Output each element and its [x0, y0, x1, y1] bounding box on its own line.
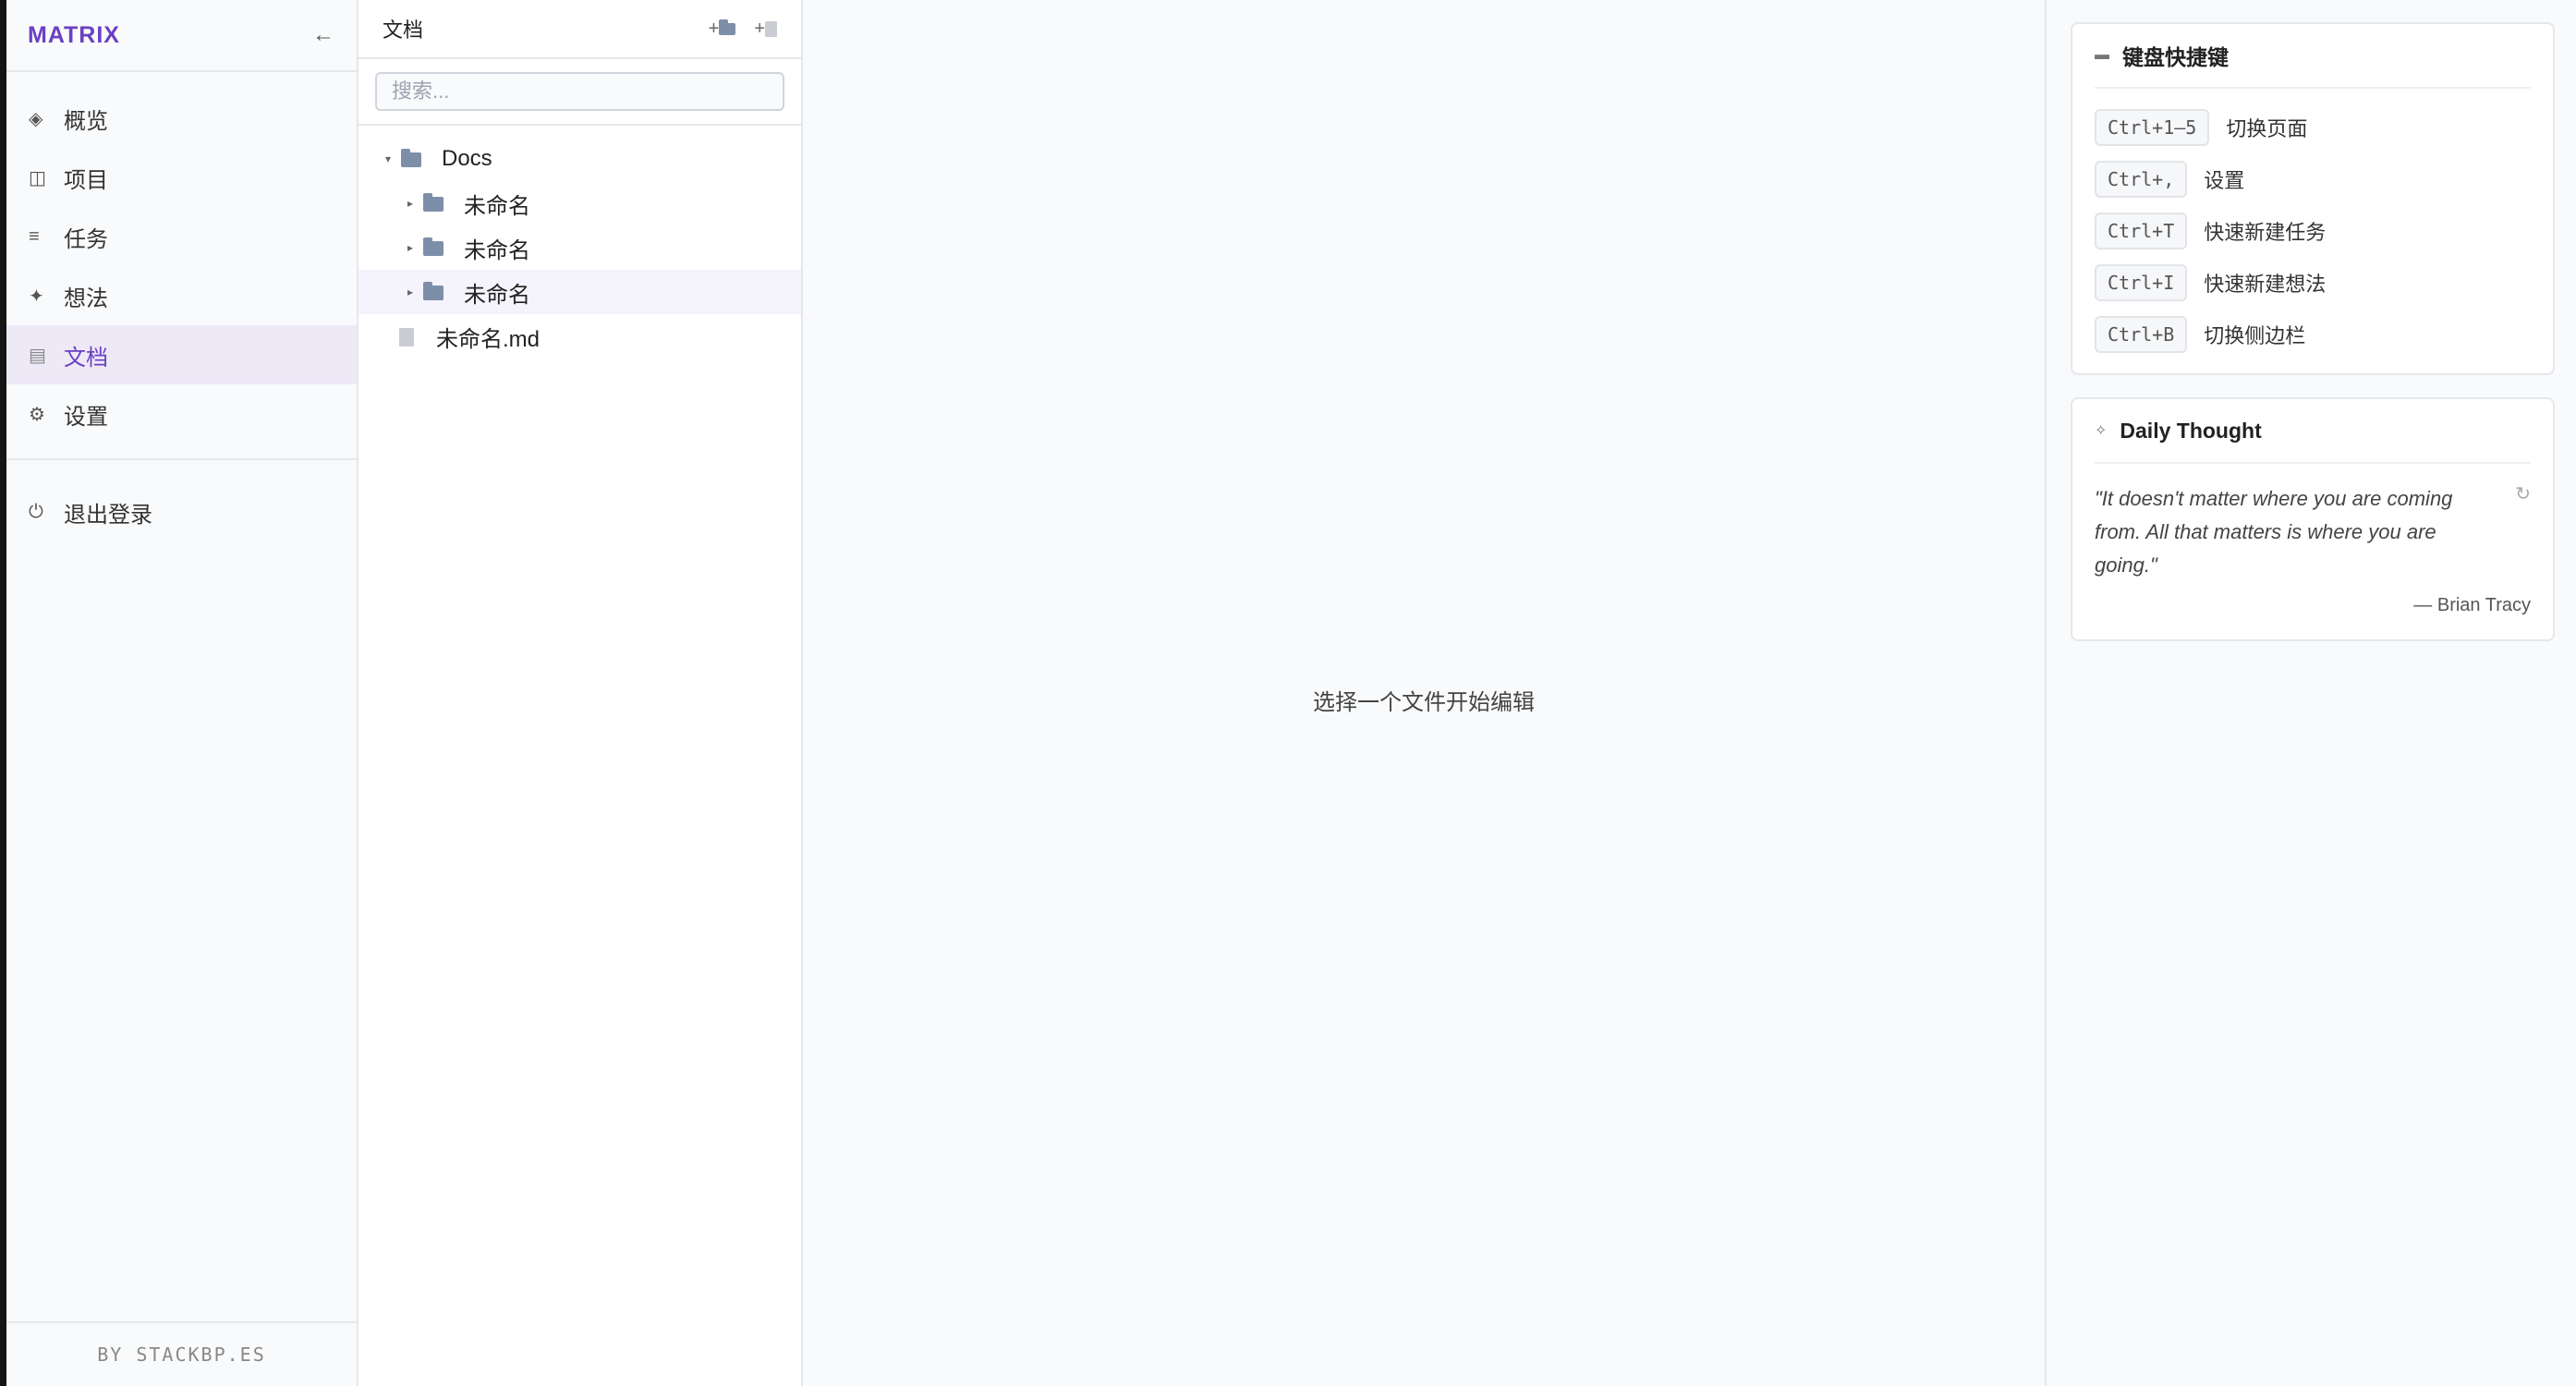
- card-title-label: Daily Thought: [2120, 418, 2262, 443]
- brand-logo[interactable]: MATRIX: [28, 22, 120, 49]
- logout-label: 退出登录: [64, 502, 152, 528]
- power-icon: ⏻: [29, 501, 43, 522]
- quote-author: — Brian Tracy: [2413, 595, 2531, 615]
- nav-divider: [6, 458, 357, 460]
- shortcut-label: 切换页面: [2226, 117, 2308, 140]
- sidebar-item-overview[interactable]: ◈ 概览: [6, 89, 357, 148]
- sidebar-nav: ◈ 概览 ◫ 项目 ≡ 任务 ✦ 想法 ▤ 文档 ⚙ 设置 ⏻ 退出登录: [6, 72, 357, 541]
- file-panel: 文档 + + ▾ Docs ▸ 未命名 ▸ 未命名 ▸: [358, 0, 803, 1386]
- sidebar-item-label: 概览: [64, 108, 108, 134]
- sidebar-item-tasks[interactable]: ≡ 任务: [6, 207, 357, 266]
- shortcuts-card: ▬ 键盘快捷键 Ctrl+1—5 切换页面 Ctrl+, 设置 Ctrl+T 快…: [2071, 22, 2555, 375]
- chevron-right-icon[interactable]: ▸: [397, 286, 423, 298]
- tree-folder[interactable]: ▸ 未命名: [358, 181, 801, 225]
- chevron-right-icon[interactable]: ▸: [397, 241, 423, 254]
- sidebar-item-label: 想法: [64, 286, 108, 311]
- sidebar-item-docs[interactable]: ▤ 文档: [6, 325, 357, 384]
- chevron-right-icon[interactable]: ▸: [397, 197, 423, 210]
- shortcuts-card-title: ▬ 键盘快捷键: [2095, 24, 2531, 89]
- folder-icon: [401, 146, 442, 172]
- shortcut-key: Ctrl+B: [2095, 316, 2188, 353]
- sidebar: MATRIX ← ◈ 概览 ◫ 项目 ≡ 任务 ✦ 想法 ▤ 文档 ⚙ 设置 ⏻: [6, 0, 358, 1386]
- sidebar-item-label: 设置: [64, 404, 108, 430]
- folder-icon: [423, 235, 464, 261]
- new-folder-plus: +: [708, 18, 720, 39]
- sidebar-footer[interactable]: BY STACKBP.ES: [6, 1321, 357, 1386]
- shortcut-row: Ctrl+1—5 切换页面: [2095, 102, 2531, 153]
- editor-area: 选择一个文件开始编辑: [803, 0, 2047, 1386]
- shortcut-key: Ctrl+T: [2095, 213, 2188, 249]
- sidebar-item-label: 项目: [64, 167, 108, 193]
- window-edge: [0, 0, 6, 1386]
- shortcut-list: Ctrl+1—5 切换页面 Ctrl+, 设置 Ctrl+T 快速新建任务 Ct…: [2095, 89, 2531, 371]
- keyboard-icon: ▬: [2095, 47, 2109, 63]
- thought-card-title: ✧ Daily Thought: [2095, 399, 2531, 464]
- tree-folder-selected[interactable]: ▸ 未命名: [358, 270, 801, 314]
- refresh-icon[interactable]: ↻: [2515, 482, 2531, 505]
- shortcut-row: Ctrl+B 切换侧边栏: [2095, 309, 2531, 360]
- chevron-down-icon[interactable]: ▾: [375, 152, 401, 165]
- new-folder-button[interactable]: +: [709, 18, 736, 40]
- folder-icon: [423, 190, 464, 216]
- projects-icon: ◫: [29, 167, 46, 188]
- shortcut-key: Ctrl+I: [2095, 264, 2188, 301]
- sidebar-item-label: 文档: [64, 345, 108, 371]
- logout-button[interactable]: ⏻ 退出登录: [6, 482, 357, 541]
- tree-item-label: 未命名: [464, 282, 530, 308]
- ideas-icon: ✦: [29, 286, 44, 307]
- file-panel-header: 文档 + +: [358, 0, 801, 59]
- file-icon: [399, 323, 436, 349]
- sidebar-item-ideas[interactable]: ✦ 想法: [6, 266, 357, 325]
- file-tree: ▾ Docs ▸ 未命名 ▸ 未命名 ▸ 未命名 未命名.md: [358, 126, 801, 359]
- empty-state-text: 选择一个文件开始编辑: [1313, 690, 1535, 715]
- search-input[interactable]: [375, 72, 784, 111]
- search-wrap: [358, 59, 801, 126]
- file-panel-title: 文档: [383, 18, 424, 42]
- sparkle-icon: ✧: [2095, 423, 2108, 439]
- right-panel: ▬ 键盘快捷键 Ctrl+1—5 切换页面 Ctrl+, 设置 Ctrl+T 快…: [2047, 0, 2576, 1386]
- shortcut-label: 快速新建任务: [2204, 221, 2327, 244]
- folder-icon: [423, 279, 464, 305]
- new-file-plus: +: [754, 18, 765, 39]
- daily-thought-card: ✧ Daily Thought ↻ "It doesn't matter whe…: [2071, 397, 2555, 641]
- tree-file[interactable]: 未命名.md: [358, 314, 801, 359]
- collapse-sidebar-icon[interactable]: ←: [312, 22, 334, 48]
- shortcut-key: Ctrl+,: [2095, 161, 2188, 198]
- tree-folder[interactable]: ▸ 未命名: [358, 225, 801, 270]
- overview-icon: ◈: [29, 108, 43, 129]
- shortcut-row: Ctrl+, 设置: [2095, 153, 2531, 205]
- shortcut-label: 切换侧边栏: [2204, 324, 2306, 347]
- tree-item-label: 未命名.md: [436, 326, 541, 352]
- new-file-button[interactable]: +: [754, 18, 777, 40]
- tree-item-label: 未命名: [464, 193, 530, 219]
- tree-item-label: 未命名: [464, 237, 530, 263]
- quote-text: "It doesn't matter where you are coming …: [2095, 487, 2453, 577]
- sidebar-item-projects[interactable]: ◫ 项目: [6, 148, 357, 207]
- thought-body: ↻ "It doesn't matter where you are comin…: [2095, 464, 2531, 638]
- settings-icon: ⚙: [29, 404, 45, 425]
- tree-item-label: Docs: [442, 146, 492, 171]
- shortcut-label: 快速新建想法: [2204, 273, 2327, 296]
- shortcut-row: Ctrl+T 快速新建任务: [2095, 205, 2531, 257]
- shortcut-row: Ctrl+I 快速新建想法: [2095, 257, 2531, 309]
- file-actions: + +: [709, 18, 777, 40]
- card-title-label: 键盘快捷键: [2122, 45, 2229, 69]
- shortcut-key: Ctrl+1—5: [2095, 109, 2210, 146]
- docs-icon: ▤: [29, 345, 46, 366]
- sidebar-header: MATRIX ←: [6, 0, 357, 72]
- sidebar-item-settings[interactable]: ⚙ 设置: [6, 384, 357, 444]
- tree-folder-docs[interactable]: ▾ Docs: [358, 137, 801, 181]
- file-icon: [765, 20, 777, 37]
- tasks-icon: ≡: [29, 225, 40, 247]
- sidebar-item-label: 任务: [64, 226, 108, 252]
- folder-icon: [719, 18, 736, 35]
- shortcut-label: 设置: [2204, 169, 2245, 192]
